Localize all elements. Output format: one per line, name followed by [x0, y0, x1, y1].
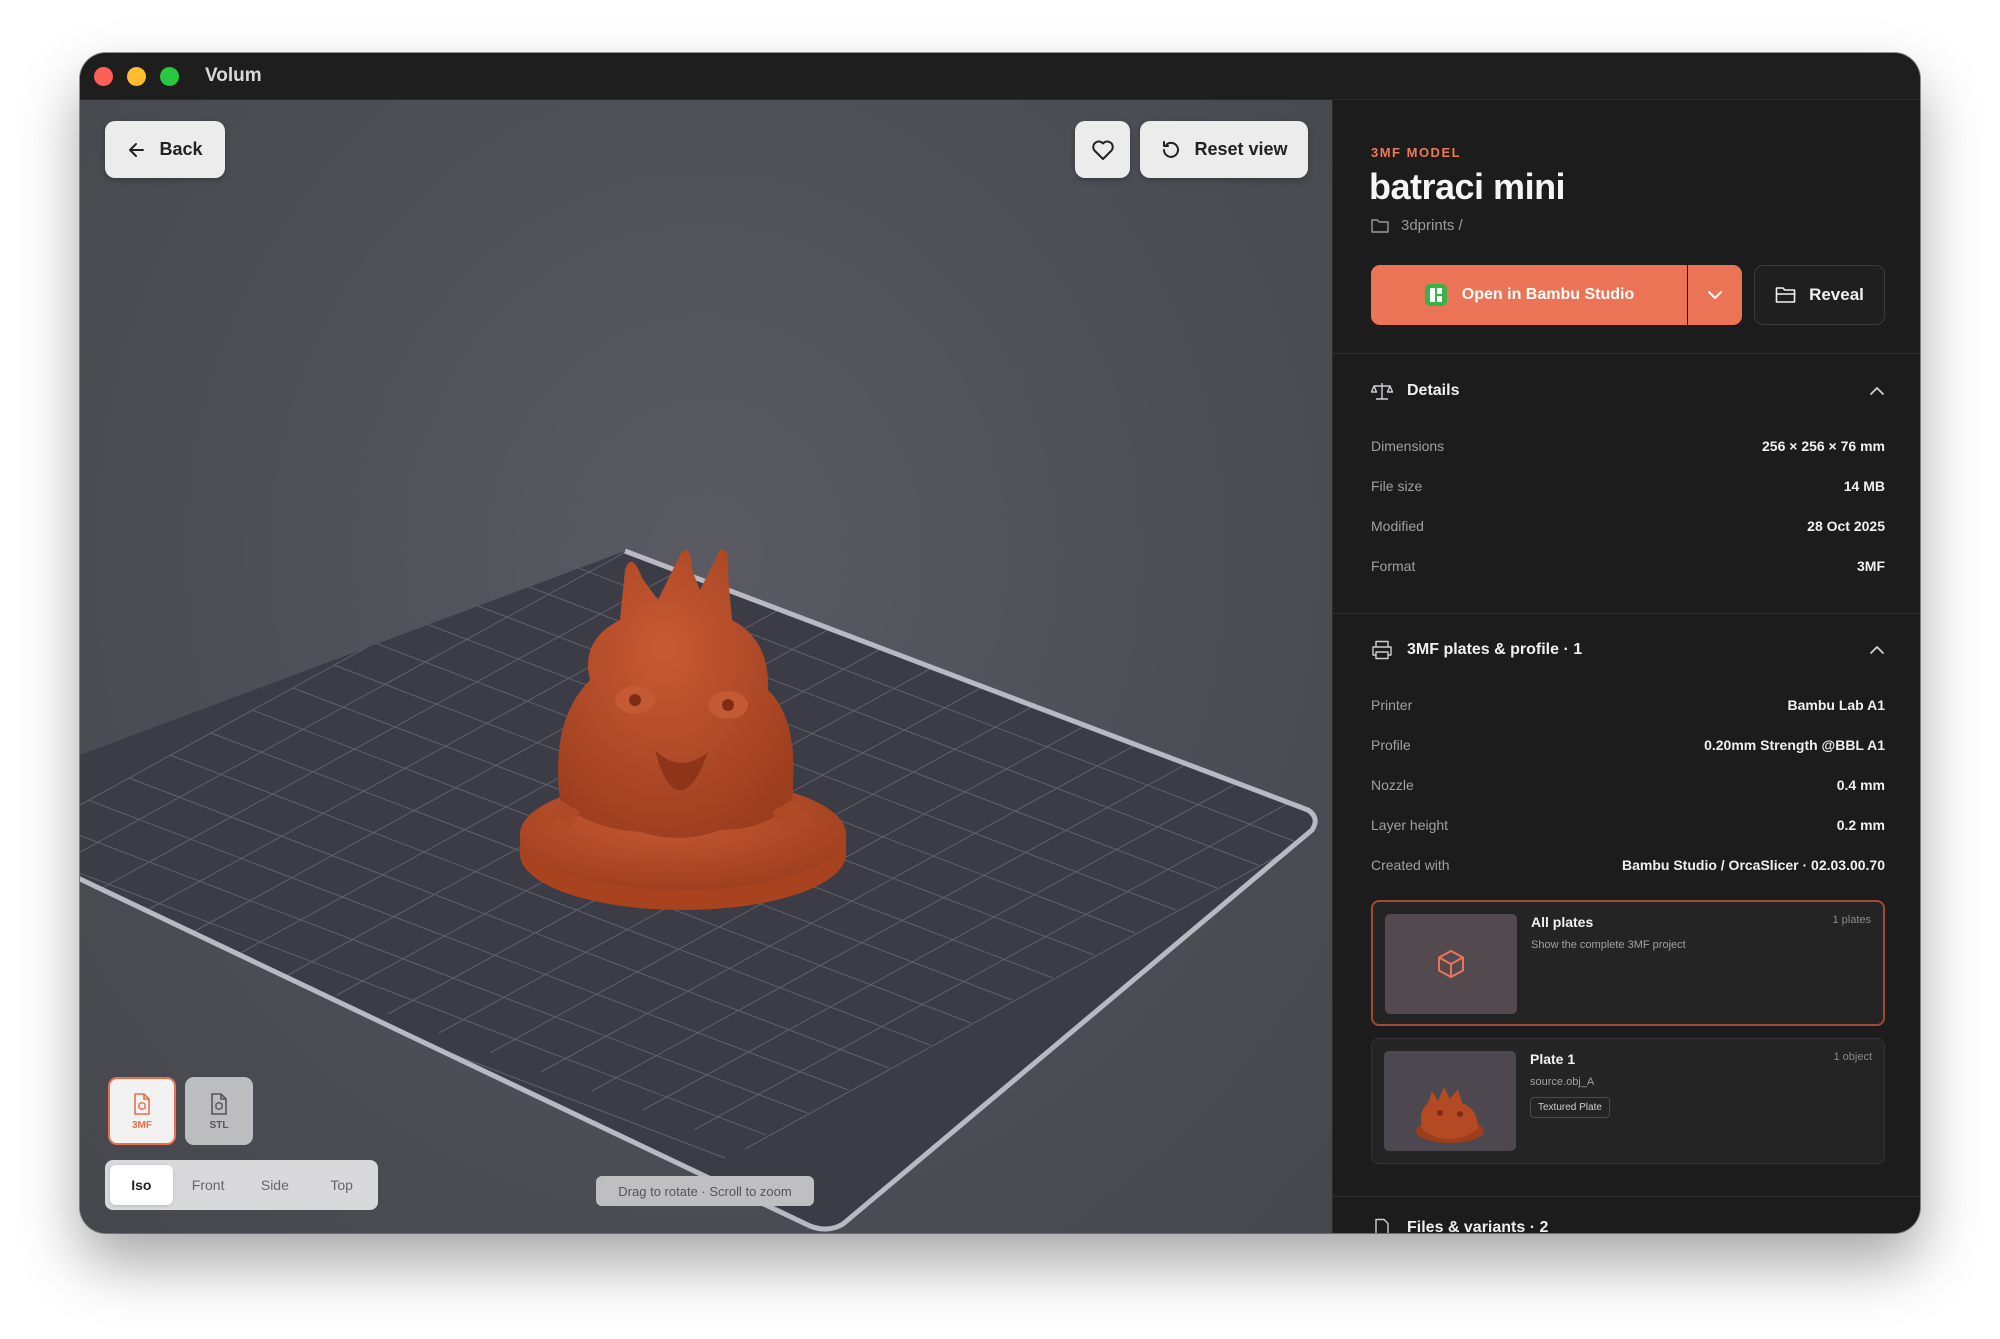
profile-row-printer: Printer Bambu Lab A1 [1371, 697, 1885, 713]
chevron-down-icon [1708, 291, 1722, 299]
open-in-bambu-studio-button[interactable]: Open in Bambu Studio [1371, 265, 1687, 325]
detail-row-format: Format 3MF [1371, 558, 1885, 574]
profile-row-created-with: Created with Bambu Studio / OrcaSlicer · … [1371, 857, 1885, 873]
detail-row-modified: Modified 28 Oct 2025 [1371, 518, 1885, 534]
files-icon [1375, 1218, 1389, 1233]
format-stl-label: STL [209, 1119, 229, 1131]
minimize-window-button[interactable] [127, 66, 146, 86]
divider [1333, 353, 1920, 354]
view-tab-top[interactable]: Top [310, 1165, 373, 1205]
plate-card-count: 1 plates [1832, 914, 1871, 926]
rotate-ccw-icon [1163, 140, 1180, 158]
plate-card-title: All plates [1531, 914, 1594, 930]
model-sidebar: 3MF MODEL batraci mini 3dprints / Open i… [1332, 100, 1920, 1233]
build-plate-scene[interactable] [80, 100, 1332, 1233]
folder-open-icon [1775, 287, 1796, 303]
plate-card-all-plates[interactable]: All plates Show the complete 3MF project… [1371, 900, 1885, 1026]
back-button[interactable]: Back [105, 121, 225, 178]
plates-title: 3MF plates & profile · 1 [1407, 641, 1583, 658]
profile-row-layer-height: Layer height 0.2 mm [1371, 817, 1885, 833]
window-controls [94, 66, 179, 86]
reveal-button[interactable]: Reveal [1754, 265, 1885, 325]
format-stl-button[interactable]: STL [185, 1077, 253, 1145]
3d-viewport[interactable]: Back Reset view 3MF STL Iso Front Side T… [80, 100, 1332, 1233]
details-section-header[interactable]: Details [1371, 376, 1885, 406]
plates-section-header[interactable]: 3MF plates & profile · 1 [1371, 635, 1885, 665]
plate-thumbnail-model [1416, 1087, 1484, 1143]
arrow-left-icon [129, 142, 145, 157]
close-window-button[interactable] [94, 66, 113, 86]
profile-row-nozzle: Nozzle 0.4 mm [1371, 777, 1885, 793]
model-path[interactable]: 3dprints / [1371, 217, 1463, 234]
detail-row-file-size: File size 14 MB [1371, 478, 1885, 494]
view-tab-iso[interactable]: Iso [110, 1165, 173, 1205]
bambu-studio-icon [1424, 284, 1447, 306]
plate-card-count: 1 object [1833, 1051, 1872, 1063]
plate-card-subtitle: Show the complete 3MF project [1531, 939, 1686, 951]
app-window: Volum Back Reset view 3MF STL Iso Front … [80, 53, 1920, 1233]
app-title: Volum [205, 65, 262, 86]
model-title: batraci mini [1369, 166, 1566, 207]
zoom-window-button[interactable] [160, 66, 179, 86]
view-tab-front[interactable]: Front [177, 1165, 240, 1205]
plate-thumbnail [1385, 914, 1517, 1014]
reset-view-button[interactable]: Reset view [1140, 121, 1308, 178]
plate-card-title: Plate 1 [1530, 1051, 1576, 1067]
view-tabs: Iso Front Side Top [105, 1160, 378, 1210]
model-path-text: 3dprints / [1401, 217, 1463, 234]
model-kind-label: 3MF MODEL [1371, 145, 1462, 160]
plate-card-subtitle: source.obj_A [1530, 1076, 1595, 1088]
heart-icon [1091, 140, 1114, 160]
chevron-up-icon[interactable] [1869, 645, 1885, 655]
file-3d-icon [211, 1092, 227, 1115]
files-section-header[interactable]: Files & variants · 2 [1371, 1218, 1548, 1233]
titlebar: Volum [80, 53, 1920, 100]
reveal-label: Reveal [1809, 285, 1864, 304]
favorite-button[interactable] [1075, 121, 1130, 178]
details-title: Details [1407, 382, 1460, 399]
viewer-hint: Drag to rotate · Scroll to zoom [596, 1176, 814, 1206]
divider [1333, 1196, 1920, 1197]
plate-type-badge: Textured Plate [1530, 1097, 1610, 1118]
format-3mf-button[interactable]: 3MF [108, 1077, 176, 1145]
plate-thumbnail [1384, 1051, 1516, 1151]
plate-card-plate-1[interactable]: Plate 1 source.obj_A 1 object Textured P… [1371, 1038, 1885, 1164]
divider [1333, 613, 1920, 614]
open-in-bambu-studio-label: Open in Bambu Studio [1461, 286, 1635, 303]
profile-row-profile: Profile 0.20mm Strength @BBL A1 [1371, 737, 1885, 753]
chevron-up-icon[interactable] [1869, 386, 1885, 396]
view-tab-side[interactable]: Side [244, 1165, 307, 1205]
reset-view-label: Reset view [1194, 139, 1288, 159]
printer-icon [1372, 640, 1392, 660]
files-title: Files & variants · 2 [1407, 1219, 1549, 1233]
open-options-dropdown[interactable] [1688, 265, 1742, 325]
detail-row-dimensions: Dimensions 256 × 256 × 76 mm [1371, 438, 1885, 454]
scale-icon [1371, 383, 1393, 400]
back-label: Back [159, 139, 203, 159]
cube-icon [1438, 950, 1464, 978]
file-3d-icon [134, 1092, 150, 1115]
format-3mf-label: 3MF [132, 1119, 152, 1131]
folder-icon [1371, 219, 1389, 233]
